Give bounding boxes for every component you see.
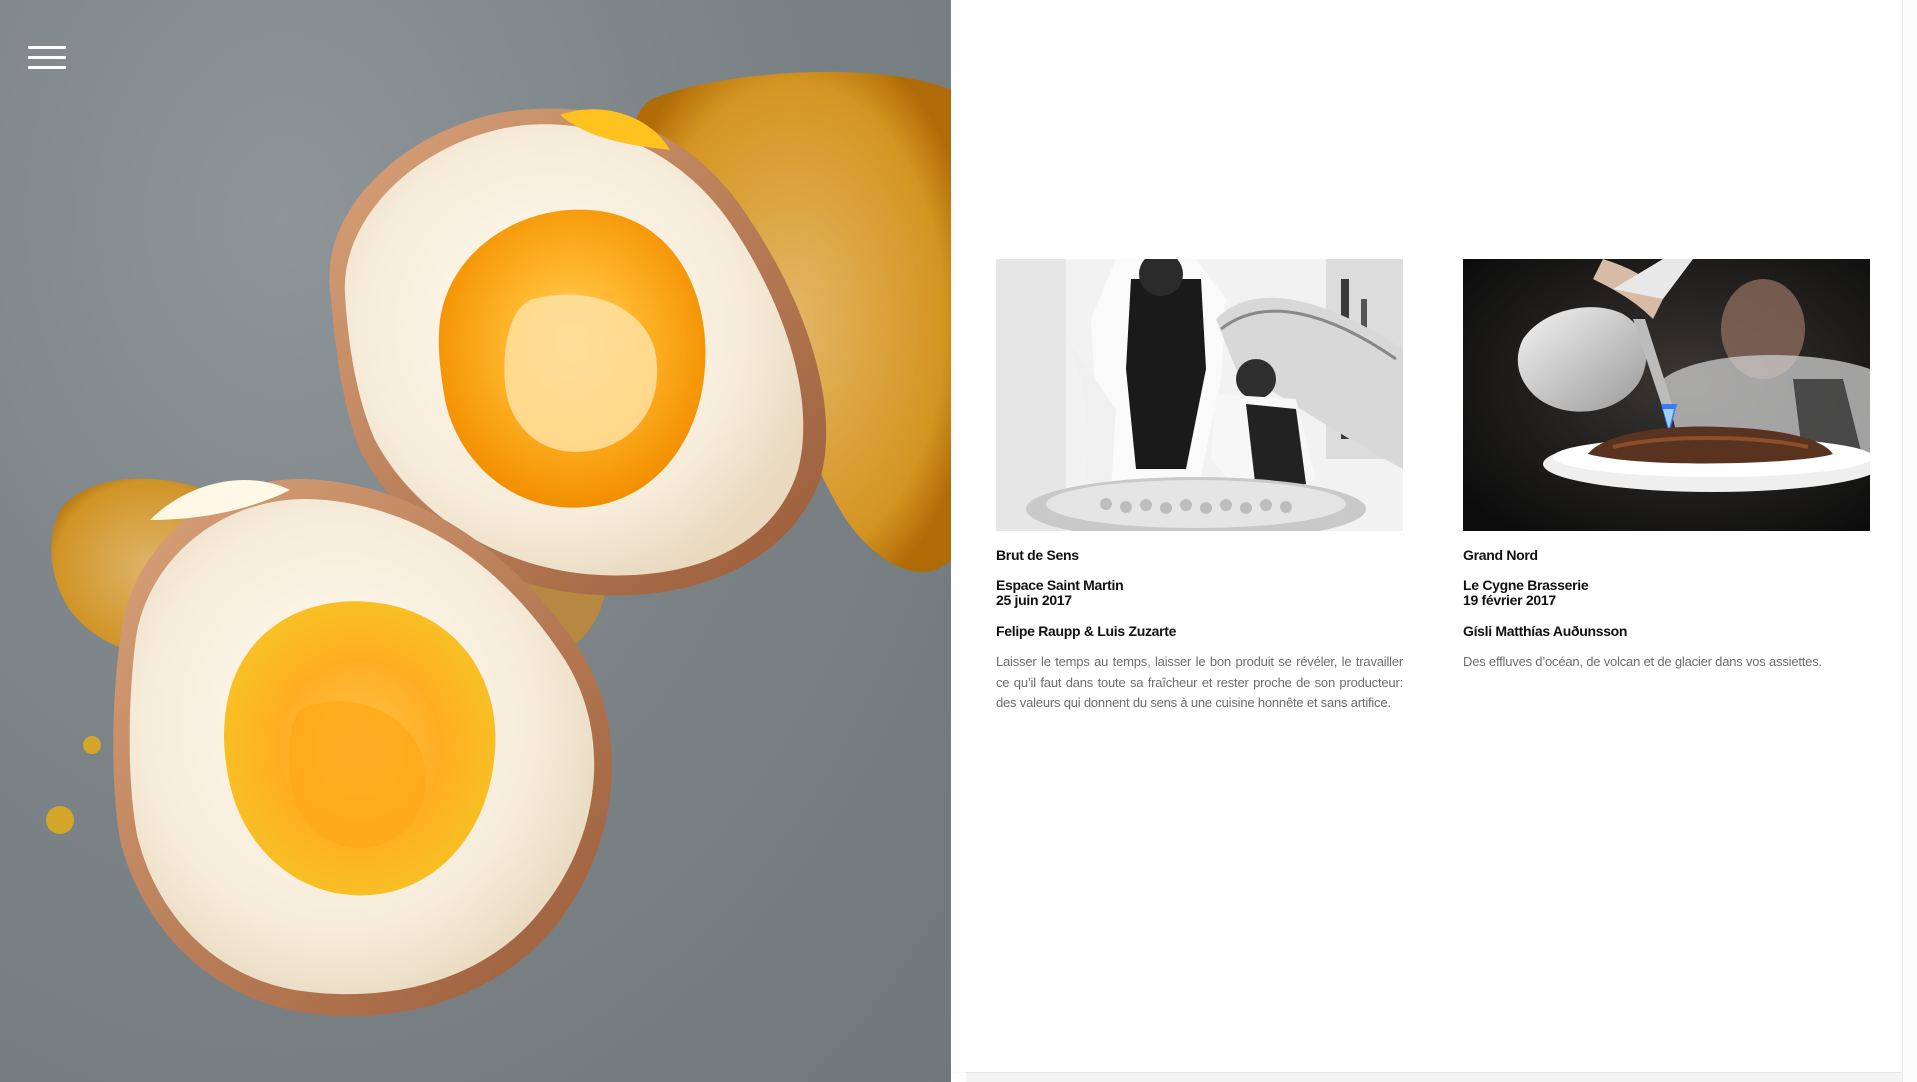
event-card-grand-nord[interactable]: Grand Nord Le Cygne Brasserie 19 février… (1463, 259, 1870, 673)
event-card-brut-de-sens[interactable]: Brut de Sens Espace Saint Martin 25 juin… (996, 259, 1403, 714)
event-image-chefs-kitchen[interactable] (996, 259, 1403, 531)
page: Brut de Sens Espace Saint Martin 25 juin… (0, 0, 1917, 1082)
event-date: 19 février 2017 (1463, 592, 1556, 608)
event-image-chef-blowtorch[interactable] (1463, 259, 1870, 531)
event-title[interactable]: Brut de Sens (996, 547, 1403, 564)
vertical-scrollbar[interactable] (1902, 0, 1917, 1082)
event-venue: Le Cygne Brasserie (1463, 577, 1589, 593)
hamburger-menu-icon[interactable] (28, 44, 66, 72)
events-panel: Brut de Sens Espace Saint Martin 25 juin… (951, 0, 1902, 1072)
event-description: Des effluves d’océan, de volcan et de gl… (1463, 654, 1822, 669)
event-title[interactable]: Grand Nord (1463, 547, 1870, 564)
event-venue: Espace Saint Martin (996, 577, 1124, 593)
event-description: Laisser le temps au temps, laisser le bo… (996, 654, 1403, 710)
chefs-kitchen-bw-photo (996, 259, 1403, 531)
horizontal-scrollbar[interactable] (966, 1072, 1902, 1082)
event-chefs: Gísli Matthías Auðunsson (1463, 623, 1628, 639)
hero-image (0, 0, 951, 1082)
eggs-photo (46, 71, 951, 1016)
menu-line-middle (28, 56, 66, 59)
event-chefs: Felipe Raupp & Luis Zuzarte (996, 623, 1177, 639)
chef-blowtorch-photo (1463, 259, 1870, 531)
event-date: 25 juin 2017 (996, 592, 1072, 608)
menu-line-top (28, 46, 66, 49)
menu-line-bottom (28, 66, 66, 69)
